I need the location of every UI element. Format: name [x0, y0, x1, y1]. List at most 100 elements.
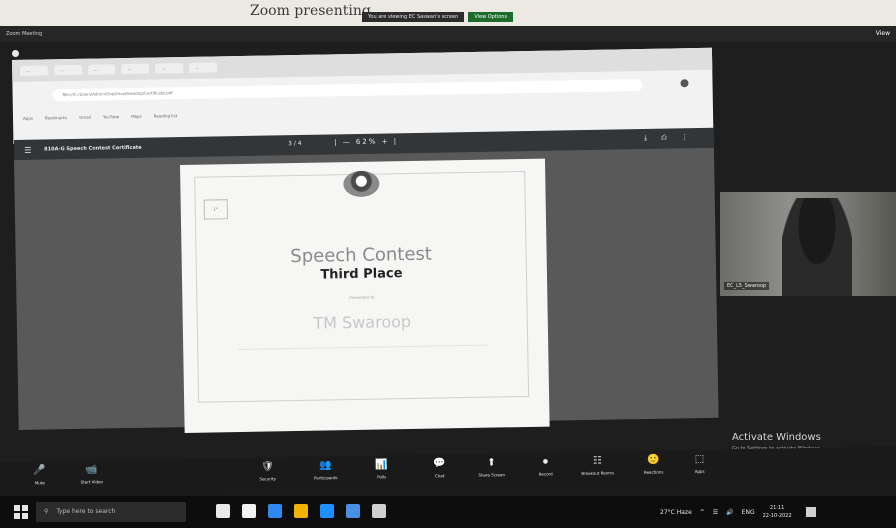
record-button[interactable]: ⏺ Record [525, 455, 565, 477]
browser-tab[interactable]: ... [121, 63, 150, 75]
apps-label: Apps [694, 468, 705, 474]
security-label: Security [259, 476, 277, 482]
share-screen-button[interactable]: ⬆ Share Screen [471, 456, 511, 478]
microphone-icon: 🎤 [33, 465, 46, 477]
breakout-rooms-label: Breakout Rooms [581, 470, 615, 476]
zoom-status-dot [12, 50, 19, 57]
certificate-number-badge: 1ˢᵗ [203, 199, 228, 220]
browser-tab[interactable]: ... [20, 65, 49, 76]
certificate-page: 1ˢᵗ Speech Contest Third Place Presented… [180, 158, 550, 433]
record-icon: ⏺ [542, 456, 549, 468]
search-placeholder: Type here to search [56, 508, 116, 515]
activate-windows-title: Activate Windows [732, 432, 821, 443]
breakout-rooms-icon: ☷ [592, 455, 603, 467]
pdf-title: 810A-G Speech Contest Certificate [44, 144, 142, 153]
view-button[interactable]: View [876, 30, 890, 37]
breakout-rooms-button[interactable]: ☷ Breakout Rooms [577, 454, 617, 476]
address-bar[interactable]: file:///C:/Users/Admin/OneDrive/Desktop/… [52, 79, 643, 102]
start-tile [14, 505, 20, 511]
participants-icon: 👥 [319, 460, 332, 472]
notification-icon[interactable] [805, 507, 816, 517]
screen-share-banner: You are viewing EC Saswan's screen View … [362, 12, 514, 22]
browser-tab[interactable]: ... [189, 62, 218, 73]
certificate-divider [238, 344, 488, 351]
polls-label: Polls [377, 474, 387, 480]
video-camera-icon: 📹 [85, 464, 98, 476]
pinned-app-icon[interactable] [242, 504, 256, 518]
chat-label: Chat [434, 473, 445, 479]
faded-window-title: Zoom presenting [250, 3, 371, 19]
record-label: Record [538, 471, 553, 477]
browser-tab[interactable]: ... [155, 63, 184, 74]
pinned-app-icon[interactable] [346, 504, 360, 518]
share-screen-icon: ⬆ [487, 457, 496, 469]
weather-widget[interactable]: 27°C Haze [660, 509, 692, 516]
chat-icon: 💬 [433, 458, 446, 470]
participant-video-tile[interactable]: EC_L5_Swaroop [720, 192, 896, 296]
bookmark-item[interactable]: Apps [23, 116, 33, 121]
participant-name-label: EC_L5_Swaroop [724, 282, 770, 290]
taskbar-pinned-apps [216, 504, 386, 518]
pdf-action-icons[interactable]: ⤓ ⎙ ⋮ [644, 133, 694, 143]
top-banner: Zoom presenting You are viewing EC Saswa… [0, 0, 896, 26]
certificate-border: 1ˢᵗ Speech Contest Third Place Presented… [194, 170, 530, 403]
windows-start-icon[interactable] [14, 505, 28, 519]
apps-icon: ⬚ [694, 453, 705, 465]
shield-icon: 🛡 [261, 461, 274, 473]
language-indicator[interactable]: ENG [742, 509, 755, 516]
start-tile [14, 513, 20, 519]
mute-button[interactable]: 🎤 Mute [19, 464, 59, 486]
taskbar-clock[interactable]: 21:11 22-10-2022 [763, 504, 792, 520]
start-video-label: Start Video [80, 479, 103, 485]
toastmasters-logo-icon [343, 170, 380, 198]
search-icon: ⚲ [44, 508, 49, 515]
zoom-caption-text: Zoom Meeting [6, 31, 43, 37]
reactions-button[interactable]: 🙂 Reactions [633, 453, 673, 475]
bookmark-item[interactable]: YouTube [103, 114, 119, 119]
viewing-screen-message: You are viewing EC Saswan's screen [362, 12, 465, 22]
browser-tab[interactable]: ... [87, 64, 116, 75]
clock-date: 22-10-2022 [762, 513, 792, 519]
profile-avatar[interactable] [680, 79, 689, 88]
bookmark-item[interactable]: Reading list [154, 113, 177, 118]
pinned-app-icon[interactable] [320, 504, 334, 518]
pinned-app-icon[interactable] [294, 504, 308, 518]
share-screen-label: Share Screen [478, 472, 506, 478]
participants-label: Participants [313, 475, 338, 481]
participant-person-image [782, 198, 852, 296]
zoom-window-caption: Zoom Meeting View [0, 26, 896, 42]
browser-tab[interactable]: ... [53, 64, 82, 76]
bookmarks-bar: Apps Bookmarks Gmail YouTube Maps Readin… [23, 113, 177, 121]
start-tile [22, 505, 28, 511]
polls-button[interactable]: 📊 Polls [361, 458, 401, 480]
polls-icon: 📊 [375, 459, 388, 471]
menu-icon[interactable]: ☰ [24, 146, 31, 155]
taskbar-search-box[interactable]: ⚲ Type here to search [36, 502, 186, 522]
tray-chevron-icon[interactable]: ^ [700, 509, 705, 516]
start-video-button[interactable]: 📹 Start Video [71, 463, 111, 485]
bookmark-item[interactable]: Maps [131, 114, 142, 119]
clock-time: 21:11 [769, 505, 785, 511]
zoom-controls[interactable]: | — 62% + | [334, 137, 398, 146]
apps-button[interactable]: ⬚ Apps [679, 452, 719, 474]
network-icon[interactable]: ☰ [713, 509, 718, 516]
start-tile [22, 513, 28, 519]
mute-label: Mute [34, 480, 45, 486]
volume-icon[interactable]: 🔊 [726, 509, 733, 516]
certificate-presented-to: Presented to [349, 294, 375, 301]
windows-taskbar: ⚲ Type here to search 27°C Haze ^ ☰ 🔊 EN… [0, 496, 896, 528]
system-tray: 27°C Haze ^ ☰ 🔊 ENG 21:11 22-10-2022 [660, 504, 816, 520]
bookmark-item[interactable]: Gmail [79, 115, 91, 120]
reactions-icon: 🙂 [647, 454, 660, 466]
certificate-recipient-name: TM Swaroop [313, 311, 412, 333]
participants-button[interactable]: 👥 Participants [305, 459, 345, 481]
page-indicator[interactable]: 3 / 4 [288, 140, 302, 147]
security-button[interactable]: 🛡 Security [247, 460, 287, 482]
chat-button[interactable]: 💬 Chat [419, 457, 459, 479]
view-options-button[interactable]: View Options [468, 12, 514, 22]
pinned-app-icon[interactable] [268, 504, 282, 518]
reactions-label: Reactions [643, 469, 664, 475]
pinned-app-icon[interactable] [216, 504, 230, 518]
pinned-app-icon[interactable] [372, 504, 386, 518]
bookmark-item[interactable]: Bookmarks [45, 115, 67, 120]
